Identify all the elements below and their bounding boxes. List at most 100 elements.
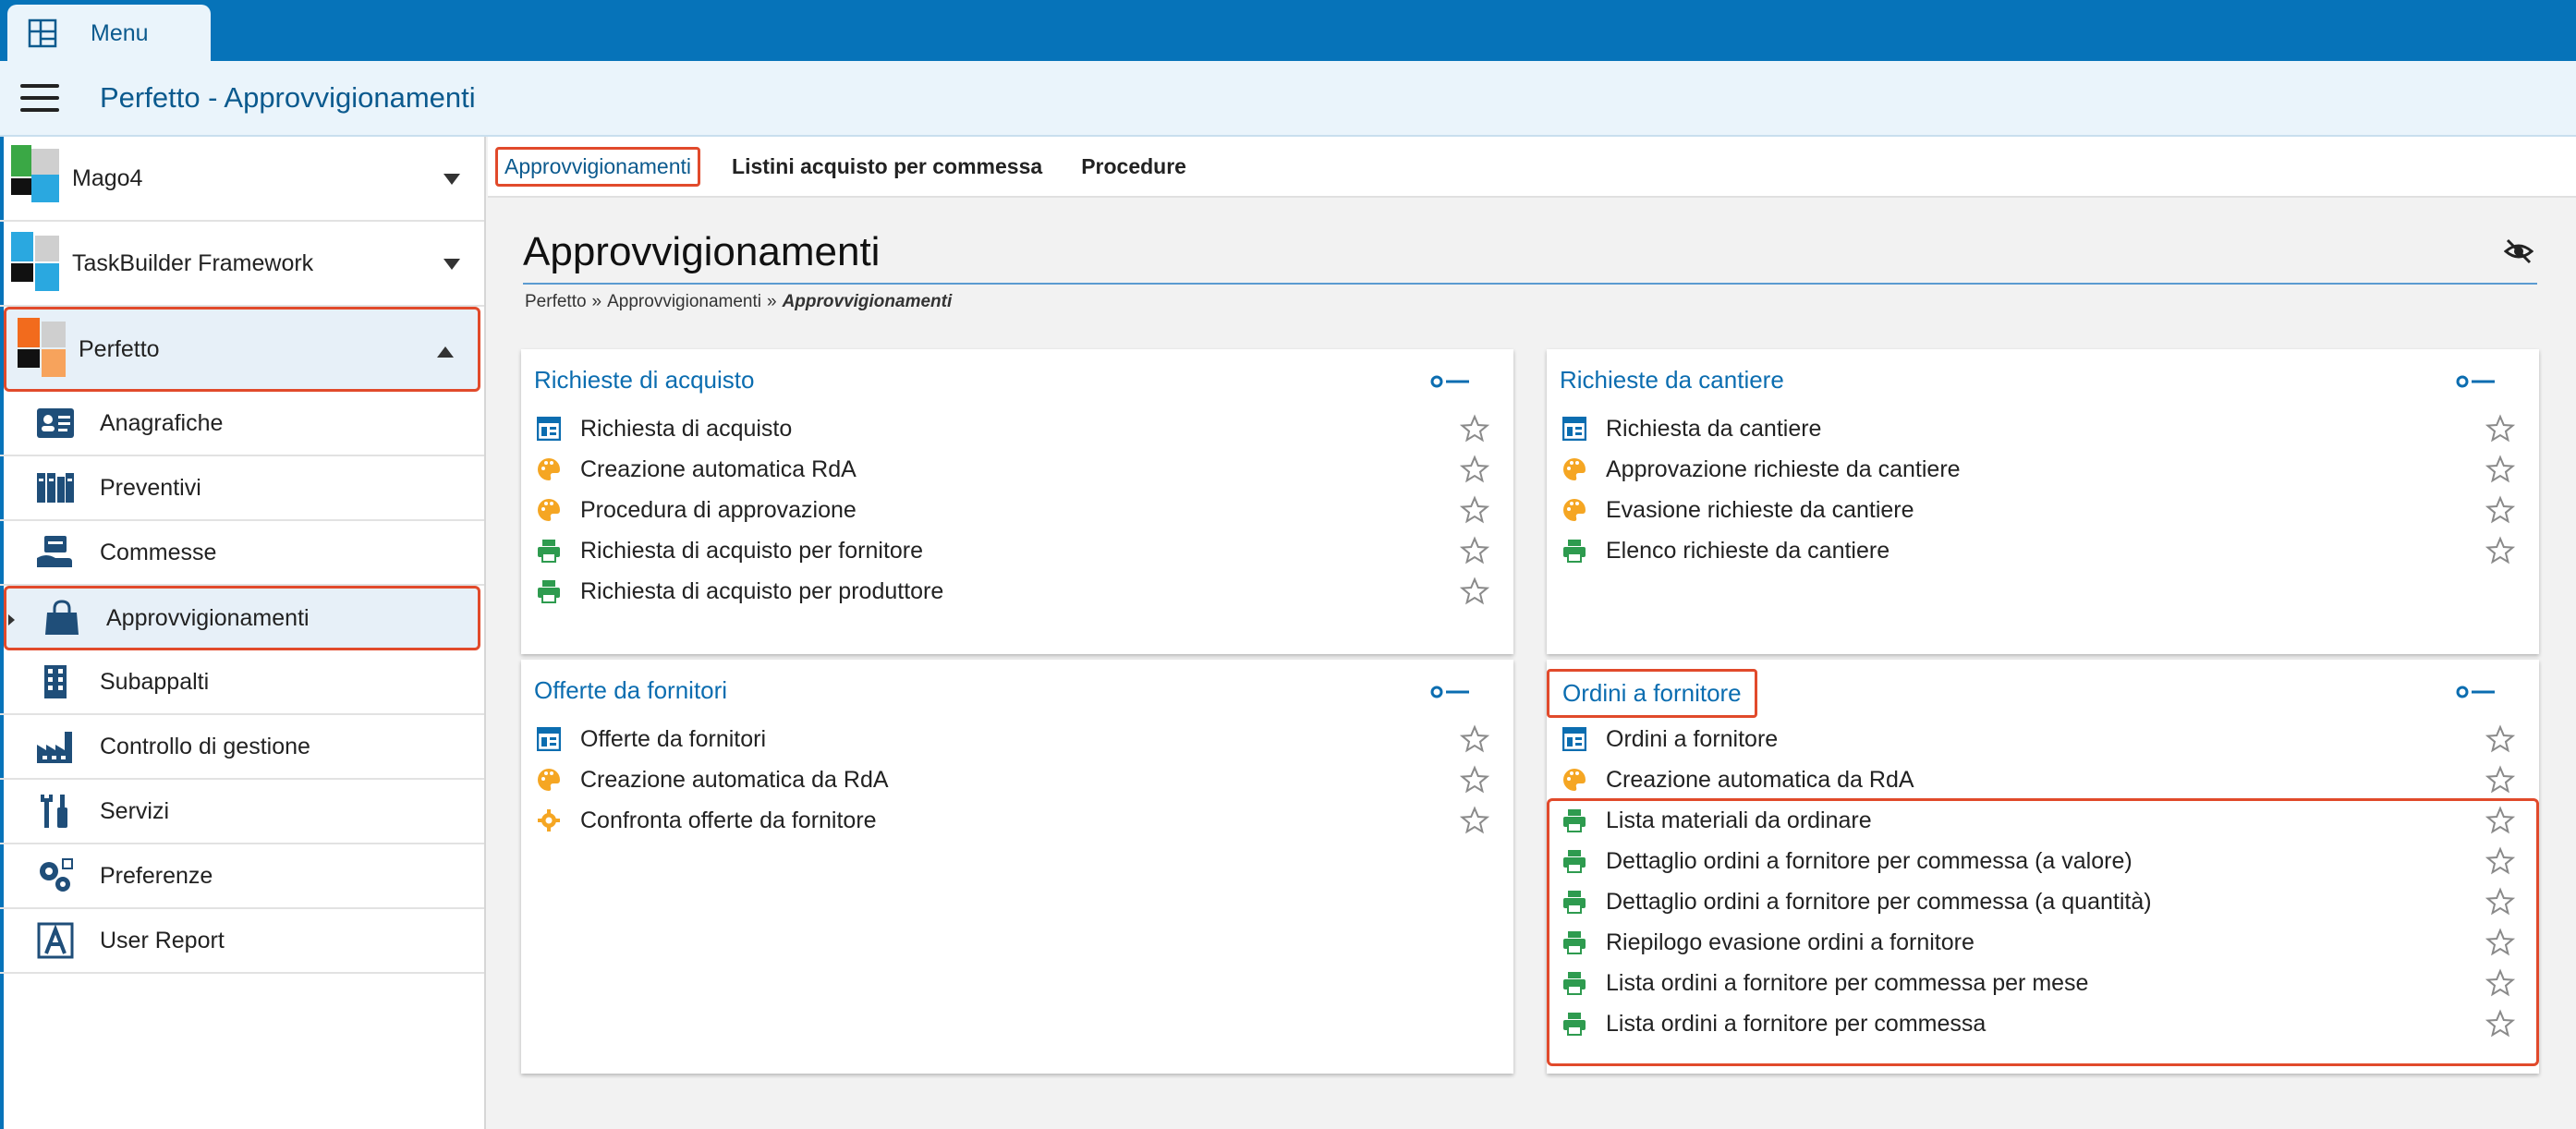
menu-entry-label: Richiesta di acquisto [580,415,793,442]
shopping-bag-icon [42,598,82,638]
eye-slash-icon[interactable] [2504,237,2533,266]
favorite-star-icon[interactable] [1459,765,1490,795]
breadcrumb-item[interactable]: Approvvigionamenti [607,292,761,311]
menu-entry[interactable]: Richiesta da cantiere [1547,408,2539,449]
factory-icon [35,726,76,767]
tab-bar: Approvvigionamenti Listini acquisto per … [488,137,2576,198]
sidebar-item-controllo-gestione[interactable]: Controllo di gestione [0,715,484,780]
caret-up-icon [437,346,454,358]
menu-entry[interactable]: Procedura di approvazione [521,490,1513,530]
tab-listini-acquisto[interactable]: Listini acquisto per commessa [724,149,1050,185]
menu-tab-label: Menu [91,19,149,46]
menu-entry[interactable]: Ordini a fornitore [1547,719,2539,759]
sidebar-module-label: Perfetto [79,335,160,362]
favorite-star-icon[interactable] [2485,495,2516,525]
menu-entry[interactable]: Offerte da fornitori [521,719,1513,759]
favorite-star-icon[interactable] [1459,455,1490,484]
favorite-star-icon[interactable] [1459,495,1490,525]
menu-tab[interactable]: Menu [7,5,211,62]
favorite-star-icon[interactable] [2485,455,2516,484]
menu-entry-label: Richiesta di acquisto per fornitore [580,537,924,564]
favorite-star-icon[interactable] [2485,414,2516,443]
document-icon [536,726,562,752]
gears-icon [35,856,76,896]
sidebar-item-approvvigionamenti[interactable]: Approvvigionamenti [4,586,480,650]
sidebar-module-mago4[interactable]: Mago4 [0,137,484,222]
menu-entry-label: Procedura di approvazione [580,496,857,523]
sidebar-item-preventivi[interactable]: Preventivi [0,456,484,521]
tab-procedure[interactable]: Procedure [1074,149,1194,185]
breadcrumb-separator: » [591,292,602,311]
favorite-star-icon[interactable] [1459,724,1490,754]
card-ordini-fornitore: Ordini a fornitore Ordini a fornitore Cre… [1547,660,2539,1074]
menu-entry-label: Creazione automatica RdA [580,455,857,482]
palette-icon [1561,497,1587,523]
menu-entry-label: Elenco richieste da cantiere [1606,537,1890,564]
title-underline [523,283,2537,285]
card-title: Richieste da cantiere [1560,366,1784,394]
menu-entry-label: Approvazione richieste da cantiere [1606,455,1961,482]
menu-entry[interactable]: Creazione automatica RdA [521,449,1513,490]
contact-card-icon [35,403,76,443]
favorite-star-icon[interactable] [1459,806,1490,835]
printer-icon [1561,538,1587,564]
sidebar: Mago4 TaskBuilder Framework Perfetto Ana… [0,137,486,1129]
menu-entry[interactable]: Creazione automatica da RdA [1547,759,2539,800]
card-richieste-acquisto: Richieste di acquisto Richiesta di acqui… [521,349,1513,654]
menu-entry-label: Richiesta da cantiere [1606,415,1822,442]
sidebar-item-label: Approvvigionamenti [106,604,310,631]
tab-approvvigionamenti[interactable]: Approvvigionamenti [495,146,701,187]
caret-down-icon [444,259,460,270]
caret-down-icon [444,174,460,185]
printer-icon [536,578,562,604]
sidebar-item-label: Preferenze [100,862,213,889]
hand-box-icon [35,532,76,573]
mago4-logo-icon [11,145,63,212]
menu-entry[interactable]: Confronta offerte da fornitore [521,800,1513,841]
sidebar-item-preferenze[interactable]: Preferenze [0,844,484,909]
collapse-icon[interactable] [2456,686,2497,698]
collapse-icon[interactable] [1430,375,1471,388]
taskbuilder-logo-icon [11,230,63,297]
menu-entry[interactable]: Creazione automatica da RdA [521,759,1513,800]
sidebar-item-anagrafiche[interactable]: Anagrafiche [0,392,484,456]
sidebar-item-commesse[interactable]: Commesse [0,521,484,586]
favorite-star-icon[interactable] [1459,414,1490,443]
page-title: Approvvigionamenti [523,229,881,274]
menu-entry-label: Evasione richieste da cantiere [1606,496,1914,523]
palette-icon [1561,456,1587,482]
sidebar-item-user-report[interactable]: User Report [0,909,484,974]
collapse-icon[interactable] [2456,375,2497,388]
sidebar-item-label: Servizi [100,797,170,824]
sidebar-item-servizi[interactable]: Servizi [0,780,484,844]
menu-entry[interactable]: Elenco richieste da cantiere [1547,530,2539,571]
breadcrumb-item[interactable]: Perfetto [525,292,587,311]
card-title: Offerte da fornitori [534,676,728,704]
document-icon [536,416,562,442]
menu-entry[interactable]: Richiesta di acquisto per fornitore [521,530,1513,571]
top-bar: Menu [0,0,2576,62]
collapse-icon[interactable] [1430,686,1471,698]
menu-entry[interactable]: Approvazione richieste da cantiere [1547,449,2539,490]
favorite-star-icon[interactable] [2485,536,2516,565]
app-header: Perfetto - Approvvigionamenti [0,61,2576,137]
sidebar-item-label: Anagrafiche [100,409,224,436]
menu-entry[interactable]: Richiesta di acquisto per produttore [521,571,1513,612]
sidebar-item-label: Commesse [100,539,217,565]
menu-entry[interactable]: Evasione richieste da cantiere [1547,490,2539,530]
favorite-star-icon[interactable] [2485,724,2516,754]
menu-entry[interactable]: Richiesta di acquisto [521,408,1513,449]
sidebar-module-perfetto[interactable]: Perfetto [4,307,480,392]
menu-entry-label: Offerte da fornitori [580,725,767,752]
favorite-star-icon[interactable] [2485,765,2516,795]
palette-icon [1561,767,1587,793]
menu-entry-label: Confronta offerte da fornitore [580,807,877,833]
hamburger-menu-icon[interactable] [20,84,59,112]
palette-icon [536,497,562,523]
sidebar-item-label: User Report [100,927,225,953]
sidebar-item-subappalti[interactable]: Subappalti [0,650,484,715]
highlight-box [1547,798,2539,1066]
favorite-star-icon[interactable] [1459,577,1490,606]
sidebar-module-taskbuilder[interactable]: TaskBuilder Framework [0,222,484,307]
favorite-star-icon[interactable] [1459,536,1490,565]
